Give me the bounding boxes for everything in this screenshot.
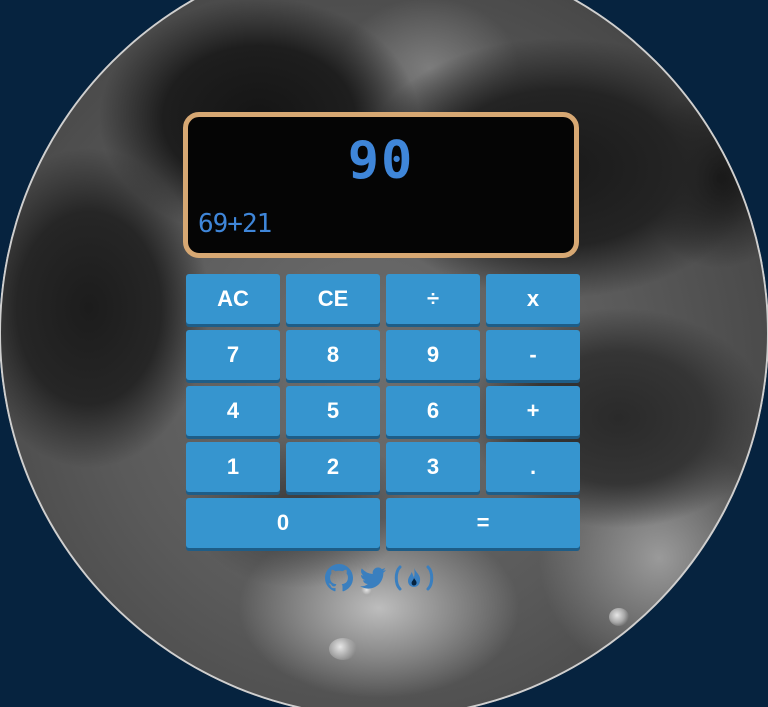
- three-button[interactable]: 3: [386, 442, 480, 492]
- all-clear-button[interactable]: AC: [186, 274, 280, 324]
- eight-button[interactable]: 8: [286, 330, 380, 380]
- page: 90 69+21 AC CE ÷ x 7 8 9 - 4 5 6 + 1 2 3…: [0, 0, 768, 707]
- twitter-icon[interactable]: [358, 563, 388, 593]
- freecodecamp-icon[interactable]: [392, 563, 436, 593]
- seven-button[interactable]: 7: [186, 330, 280, 380]
- moon-background: [0, 0, 768, 707]
- footer-links: [324, 563, 436, 593]
- six-button[interactable]: 6: [386, 386, 480, 436]
- five-button[interactable]: 5: [286, 386, 380, 436]
- github-icon[interactable]: [324, 563, 354, 593]
- plus-button[interactable]: +: [486, 386, 580, 436]
- moon-crater: [609, 608, 629, 626]
- result-readout: 90: [347, 131, 415, 191]
- calculator-display: 90 69+21: [183, 112, 579, 258]
- equals-button[interactable]: =: [386, 498, 580, 548]
- minus-button[interactable]: -: [486, 330, 580, 380]
- moon-crater: [329, 638, 357, 660]
- decimal-button[interactable]: .: [486, 442, 580, 492]
- four-button[interactable]: 4: [186, 386, 280, 436]
- expression-readout: 69+21: [198, 209, 272, 239]
- multiply-button[interactable]: x: [486, 274, 580, 324]
- nine-button[interactable]: 9: [386, 330, 480, 380]
- two-button[interactable]: 2: [286, 442, 380, 492]
- one-button[interactable]: 1: [186, 442, 280, 492]
- zero-button[interactable]: 0: [186, 498, 380, 548]
- clear-entry-button[interactable]: CE: [286, 274, 380, 324]
- divide-button[interactable]: ÷: [386, 274, 480, 324]
